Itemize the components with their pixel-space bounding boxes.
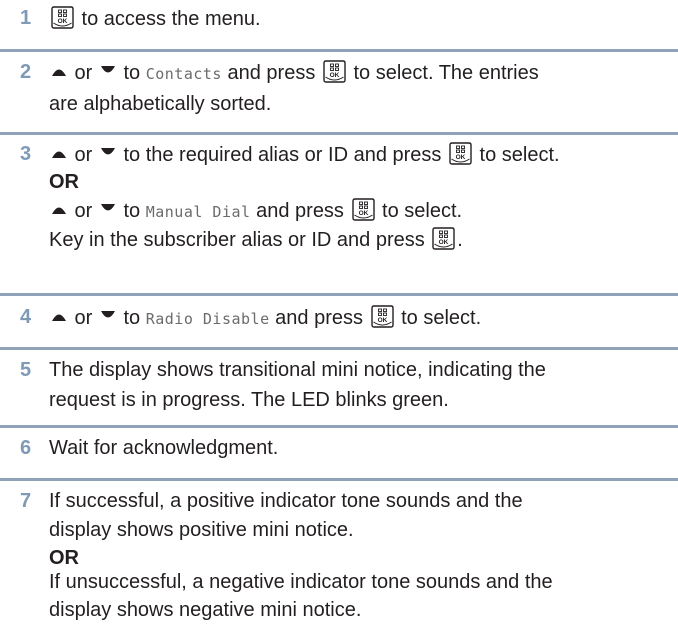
up-arrow-icon [52, 207, 66, 214]
step-text: If unsuccessful, a negative indicator to… [49, 571, 553, 593]
step-text: If successful, a positive indicator tone… [49, 490, 523, 512]
step-number: 5 [20, 359, 32, 381]
svg-text:OK: OK [456, 154, 466, 161]
menu-ok-key-icon: OK [323, 60, 346, 83]
step-text: and press [269, 307, 369, 329]
step-text: request is in progress. The LED blinks g… [49, 389, 449, 411]
step-number: 2 [20, 61, 32, 83]
step-line: or to Radio Disable and press OK to sele… [49, 305, 481, 331]
step-text: . [457, 229, 463, 251]
step-divider [0, 293, 678, 296]
step-line: OR [49, 170, 79, 194]
step-number: 4 [20, 306, 32, 328]
or-label: OR [49, 171, 79, 193]
step-text: to select. [473, 144, 560, 166]
step-line: OR [49, 546, 79, 570]
down-arrow-icon [100, 148, 115, 155]
step-text: display shows negative mini notice. [49, 599, 362, 621]
step-divider [0, 478, 678, 481]
svg-text:OK: OK [58, 18, 68, 25]
step-line: request is in progress. The LED blinks g… [49, 388, 449, 412]
step-text: to select. [395, 307, 482, 329]
step-text: to select. The entries [347, 62, 539, 84]
up-arrow-icon [52, 69, 66, 76]
up-arrow-icon [52, 314, 66, 321]
menu-option-label: Radio Disable [145, 310, 270, 328]
step-text: Wait for acknowledgment. [49, 437, 279, 459]
step-line: The display shows transitional mini noti… [49, 358, 546, 382]
step-line: Wait for acknowledgment. [49, 436, 278, 460]
menu-ok-key-icon: OK [370, 305, 394, 328]
step-line: Key in the subscriber alias or ID and pr… [49, 227, 463, 252]
step-divider [0, 347, 678, 350]
step-line: display shows positive mini notice. [49, 518, 354, 542]
step-text: The display shows transitional mini noti… [49, 359, 546, 381]
step-divider [0, 132, 678, 135]
step-line: are alphabetically sorted. [49, 92, 271, 116]
step-text: to [117, 307, 146, 329]
svg-text:OK: OK [377, 317, 387, 324]
step-text: are alphabetically sorted. [49, 93, 272, 115]
step-text: to access the menu. [76, 8, 261, 30]
step-number: 6 [20, 437, 32, 459]
step-text: or [69, 307, 98, 329]
step-text: display shows positive mini notice. [49, 519, 354, 541]
step-line: or to Contacts and press OK to select. T… [49, 60, 539, 86]
step-text: and press [250, 200, 350, 222]
svg-text:OK: OK [330, 72, 340, 79]
step-text: or [69, 62, 98, 84]
step-line: display shows negative mini notice. [49, 598, 361, 622]
step-text: and press [221, 62, 321, 84]
step-divider [0, 425, 678, 428]
step-line: If successful, a positive indicator tone… [49, 489, 523, 513]
step-divider [0, 49, 678, 52]
step-text: to [117, 200, 146, 222]
step-line: If unsuccessful, a negative indicator to… [49, 570, 553, 594]
step-number: 3 [20, 143, 32, 165]
menu-option-label: Contacts [145, 65, 222, 83]
menu-ok-key-icon: OK [51, 6, 74, 29]
menu-ok-key-icon: OK [449, 142, 472, 165]
svg-text:OK: OK [358, 210, 368, 217]
step-text: or [69, 200, 98, 222]
step-number: 7 [20, 490, 32, 512]
menu-ok-key-icon: OK [351, 198, 375, 221]
step-text: or [69, 144, 98, 166]
menu-ok-key-icon: OK [432, 227, 455, 250]
step-text: Key in the subscriber alias or ID and pr… [49, 229, 431, 251]
step-line: OK to access the menu. [49, 6, 261, 31]
step-text: to the required alias or ID and press [117, 144, 447, 166]
down-arrow-icon [100, 311, 115, 318]
step-number: 1 [20, 7, 32, 29]
step-text: to select. [376, 200, 463, 222]
step-line: or to Manual Dial and press OK to select… [49, 198, 462, 224]
step-line: or to the required alias or ID and press… [49, 142, 560, 167]
down-arrow-icon [100, 66, 115, 73]
or-label: OR [49, 547, 79, 569]
step-text: to [117, 62, 146, 84]
svg-text:OK: OK [439, 239, 449, 246]
up-arrow-icon [52, 151, 66, 158]
menu-option-label: Manual Dial [145, 203, 251, 221]
down-arrow-icon [100, 204, 115, 211]
